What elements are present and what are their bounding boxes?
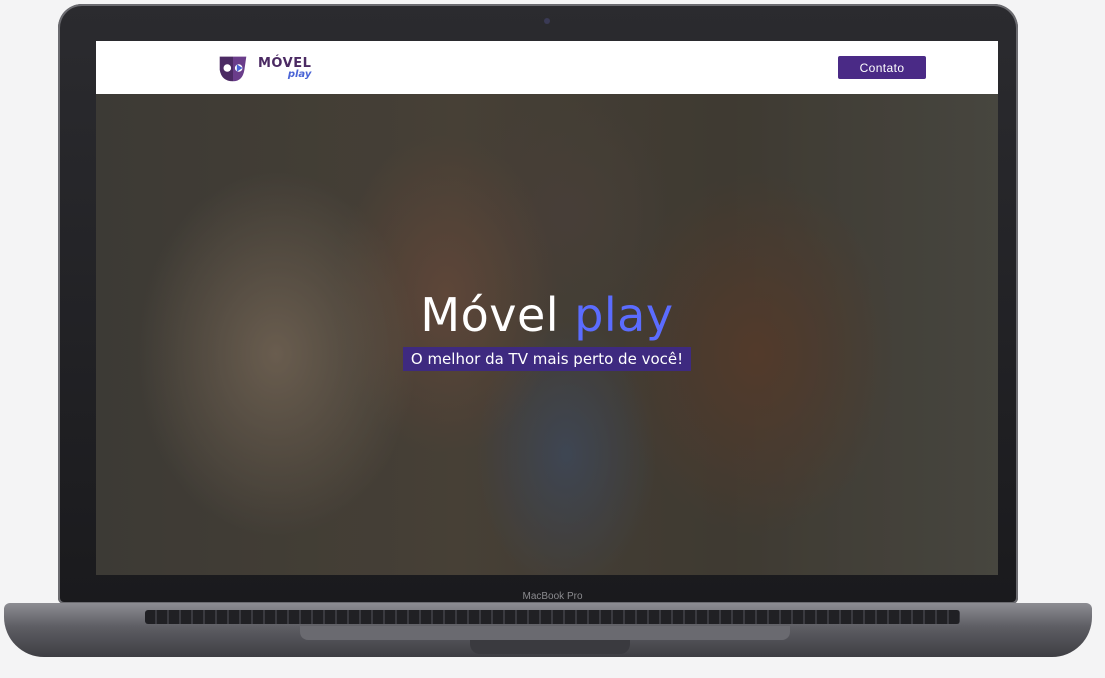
logo-word-movel: MÓVEL [258, 55, 312, 71]
hero-tagline: O melhor da TV mais perto de você! [402, 347, 692, 371]
contact-button[interactable]: Contato [838, 56, 926, 79]
keyboard [145, 610, 960, 624]
hero-title-accent: play [574, 288, 674, 342]
logo-icon [219, 56, 247, 82]
hero-title-main: Móvel [420, 288, 560, 342]
logo-word-play: play [287, 68, 312, 80]
hero-banner: Móvel play O melhor da TV mais perto de … [96, 94, 998, 575]
logo[interactable]: MÓVEL play [214, 49, 311, 87]
camera-icon [544, 18, 550, 24]
screen: MÓVEL play Contato Móvel play O melhor d… [96, 41, 998, 575]
logo-text: MÓVEL play [258, 57, 311, 80]
base-notch [470, 640, 630, 654]
trackpad [300, 626, 790, 640]
hero-content: Móvel play O melhor da TV mais perto de … [96, 289, 998, 371]
hero-title: Móvel play [96, 289, 998, 341]
device-label: MacBook Pro [522, 591, 583, 602]
site-header: MÓVEL play Contato [96, 41, 998, 94]
